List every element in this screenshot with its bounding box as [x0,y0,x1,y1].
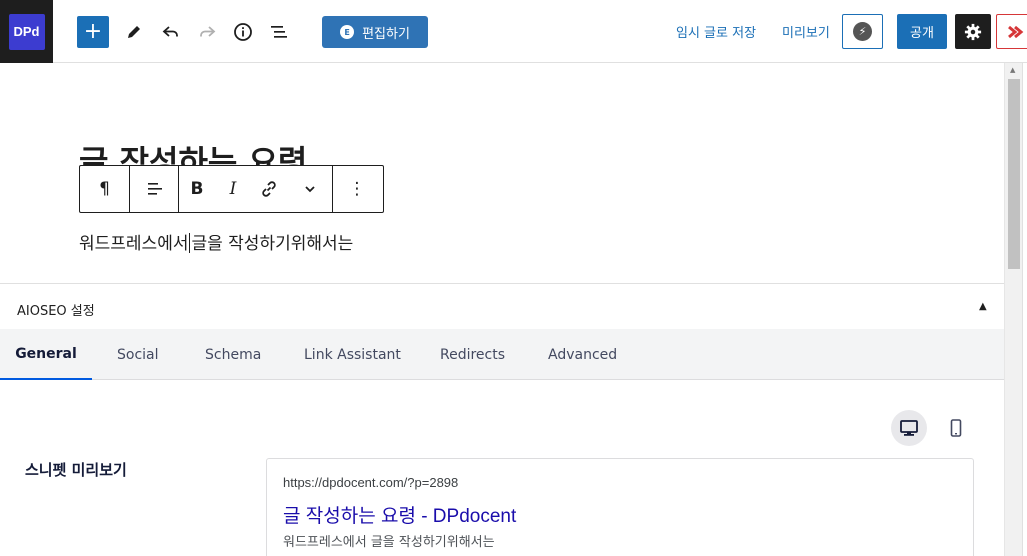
format-group: B I [179,166,333,212]
paragraph-block[interactable]: 워드프레스에서 글을 작성하기위해서는 [79,229,353,254]
aioseo-icon [1008,25,1024,38]
site-logo: DPd [8,13,45,50]
info-icon [234,23,252,41]
save-draft-button[interactable]: 임시 글로 저장 [676,22,756,41]
tab-social[interactable]: Social [117,329,159,380]
tab-advanced[interactable]: Advanced [548,329,617,380]
edit-with-elementor-label: 편집하기 [362,26,410,42]
undo-button[interactable] [155,16,187,48]
list-view-icon [271,26,287,38]
bold-icon[interactable]: B [179,166,215,212]
performance-button[interactable]: ⚡ [842,14,883,49]
scrollbar[interactable]: ▲ [1004,63,1022,556]
elementor-icon: E [340,25,355,39]
plus-icon: + [83,19,103,44]
tab-schema[interactable]: Schema [205,329,261,380]
paragraph-icon[interactable]: ¶ [80,166,129,212]
publish-button[interactable]: 공개 [897,14,947,49]
tab-redirects[interactable]: Redirects [440,329,505,380]
top-toolbar: DPd + E 편집하기 임시 글로 저장 미리보기 ⚡ 공개 [0,0,1027,63]
add-block-button[interactable]: + [77,16,109,48]
editor-canvas: 글 작성하는 요령 ¶ B I ⋮ 워드프레스에서 글을 작성하기위해서는 [0,63,1004,283]
settings-button[interactable] [955,14,991,49]
desktop-icon [900,420,918,436]
desktop-view-button[interactable] [891,410,927,446]
italic-icon[interactable]: I [215,166,251,212]
align-group [130,166,179,212]
chevron-down-icon[interactable] [287,166,332,212]
snippet-preview-label: 스니펫 미리보기 [25,461,127,479]
preview-button[interactable]: 미리보기 [782,22,830,41]
snippet-description: 워드프레스에서 글을 작성하기위해서는 [283,535,495,550]
gear-icon [964,23,982,40]
redo-icon [200,26,216,37]
link-icon[interactable] [251,166,287,212]
sidebar-edge [1022,63,1027,556]
tab-general[interactable]: General [0,329,92,380]
aioseo-panel-title: AIOSEO 설정 [17,304,95,319]
paragraph-text-before: 워드프레스에서 [79,234,189,254]
redo-button[interactable] [191,16,223,48]
details-button[interactable] [227,16,259,48]
aioseo-tabs: General Social Schema Link Assistant Red… [0,329,1004,380]
pencil-icon [128,26,140,38]
lightning-icon: ⚡ [853,22,872,41]
paragraph-text-after: 글을 작성하기위해서는 [191,234,354,254]
list-view-button[interactable] [263,16,295,48]
more-options-icon[interactable]: ⋮ [333,166,381,212]
aioseo-panel-header[interactable]: AIOSEO 설정 ▲ [0,283,1004,329]
aioseo-button[interactable] [996,14,1027,49]
scroll-up-arrow-icon[interactable]: ▲ [1010,66,1015,74]
mobile-view-button[interactable] [938,410,974,446]
edit-tool-button[interactable] [118,16,150,48]
block-toolbar: ¶ B I ⋮ [79,165,384,213]
snippet-url: https://dpdocent.com/?p=2898 [283,475,459,490]
editor-screen: DPd + E 편집하기 임시 글로 저장 미리보기 ⚡ 공개 글 작성하는 요… [0,0,1027,556]
mobile-icon [950,419,962,437]
snippet-title: 글 작성하는 요령 - DPdocent [283,506,517,527]
snippet-preview-box: https://dpdocent.com/?p=2898 글 작성하는 요령 -… [266,458,974,556]
edit-with-elementor-button[interactable]: E 편집하기 [322,16,428,48]
collapse-arrow-icon[interactable]: ▲ [979,301,987,312]
options-group: ⋮ [333,166,381,212]
site-logo-button[interactable]: DPd [0,0,53,63]
undo-icon [162,26,178,37]
tab-link-assistant[interactable]: Link Assistant [304,329,401,380]
scrollbar-thumb[interactable] [1008,79,1020,269]
align-left-icon[interactable] [130,166,178,212]
block-type-group: ¶ [80,166,130,212]
